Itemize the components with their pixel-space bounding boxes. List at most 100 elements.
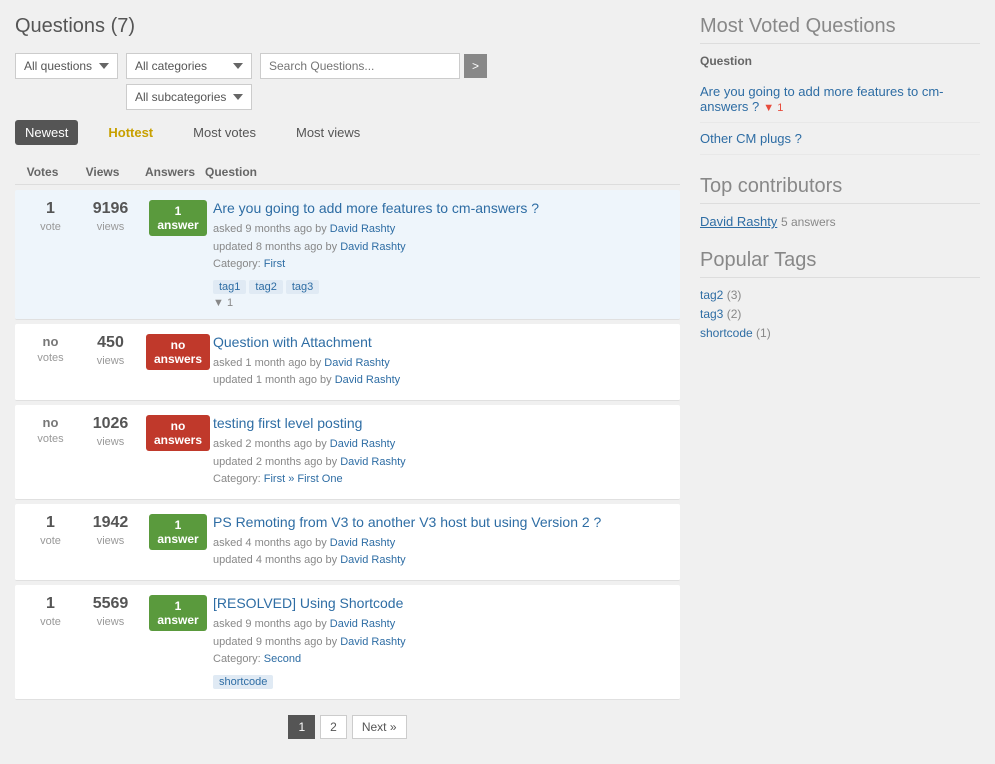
sidebar-question-link[interactable]: Are you going to add more features to cm…	[700, 84, 944, 114]
page-title: Questions (7)	[15, 15, 680, 38]
contributor-link[interactable]: David Rashty	[700, 214, 777, 229]
category-link[interactable]: First » First One	[264, 473, 343, 485]
main-content: Questions (7) All questions All categori…	[15, 15, 680, 749]
author-link-updated[interactable]: David Rashty	[340, 456, 405, 468]
sidebar: Most Voted Questions Question Are you go…	[700, 15, 980, 749]
contributor-item: David Rashty 5 answers	[700, 214, 980, 229]
views-count: 5569	[78, 595, 143, 613]
views-label: views	[97, 535, 125, 547]
author-link[interactable]: David Rashty	[330, 537, 395, 549]
views-count: 1026	[78, 415, 143, 433]
views-count: 450	[78, 334, 143, 352]
answers-stat: 1answer	[143, 595, 213, 631]
answers-stat: noanswers	[143, 415, 213, 451]
answer-badge: 1answer	[149, 514, 206, 550]
page-1-btn[interactable]: 1	[288, 715, 315, 739]
vote-count: 1	[23, 200, 78, 218]
tab-hottest[interactable]: Hottest	[98, 120, 163, 145]
question-meta: asked 1 month ago by David Rashty update…	[213, 355, 672, 390]
col-header-question: Question	[205, 165, 680, 179]
table-row: 1 vote 9196 views 1answer Are you going …	[15, 190, 680, 320]
views-count: 9196	[78, 200, 143, 218]
vote-label: vote	[40, 616, 61, 628]
popular-tags-list: tag2 (3) tag3 (2) shortcode (1)	[700, 288, 980, 340]
all-subcategories-select[interactable]: All subcategories	[126, 84, 252, 110]
sidebar-question-col: Question	[700, 54, 980, 68]
author-link-updated[interactable]: David Rashty	[340, 554, 405, 566]
tab-most-views[interactable]: Most views	[286, 120, 370, 145]
votes-stat: 1 vote	[23, 595, 78, 628]
popular-tag-item: tag3 (2)	[700, 307, 980, 321]
question-title-link[interactable]: Question with Attachment	[213, 334, 672, 350]
views-label: views	[97, 616, 125, 628]
top-contributors-title: Top contributors	[700, 175, 980, 204]
category-link[interactable]: Second	[264, 653, 301, 665]
tag[interactable]: tag2	[249, 280, 282, 294]
author-link-updated[interactable]: David Rashty	[340, 241, 405, 253]
question-info: Question with Attachment asked 1 month a…	[213, 334, 672, 390]
author-link[interactable]: David Rashty	[330, 438, 395, 450]
question-info: testing first level posting asked 2 mont…	[213, 415, 672, 489]
next-page-btn[interactable]: Next »	[352, 715, 407, 739]
vote-label: vote	[40, 535, 61, 547]
views-stat: 5569 views	[78, 595, 143, 628]
author-link-updated[interactable]: David Rashty	[335, 374, 400, 386]
vote-count: no	[23, 415, 78, 430]
vote-label: vote	[40, 221, 61, 233]
author-link[interactable]: David Rashty	[330, 223, 395, 235]
popular-tag-link[interactable]: tag2	[700, 288, 723, 302]
answers-stat: 1answer	[143, 514, 213, 550]
most-voted-list: Are you going to add more features to cm…	[700, 76, 980, 155]
popular-tag-link[interactable]: tag3	[700, 307, 723, 321]
votes-stat: 1 vote	[23, 514, 78, 547]
vote-count: 1	[23, 595, 78, 613]
vote-indicator: ▼ 1	[213, 297, 672, 309]
views-stat: 450 views	[78, 334, 143, 367]
tab-newest[interactable]: Newest	[15, 120, 78, 145]
votes-stat: no votes	[23, 415, 78, 445]
question-title-link[interactable]: PS Remoting from V3 to another V3 host b…	[213, 514, 672, 530]
popular-tag-item: tag2 (3)	[700, 288, 980, 302]
table-row: 1 vote 5569 views 1answer [RESOLVED] Usi…	[15, 585, 680, 700]
tag-count: (3)	[727, 288, 742, 302]
popular-tag-link[interactable]: shortcode	[700, 326, 753, 340]
most-voted-title: Most Voted Questions	[700, 15, 980, 44]
sidebar-question-link[interactable]: Other CM plugs ?	[700, 131, 802, 146]
author-link[interactable]: David Rashty	[324, 357, 389, 369]
views-label: views	[97, 355, 125, 367]
question-title-link[interactable]: [RESOLVED] Using Shortcode	[213, 595, 672, 611]
category-link[interactable]: First	[264, 258, 285, 270]
question-info: [RESOLVED] Using Shortcode asked 9 month…	[213, 595, 672, 689]
table-row: no votes 1026 views noanswers testing fi…	[15, 405, 680, 500]
filters-row: All questions All categories All subcate…	[15, 53, 680, 110]
tag[interactable]: tag3	[286, 280, 319, 294]
question-meta: asked 4 months ago by David Rashty updat…	[213, 535, 672, 570]
tag[interactable]: shortcode	[213, 675, 273, 689]
vote-count: 1	[23, 514, 78, 532]
pagination: 1 2 Next »	[15, 715, 680, 749]
tag[interactable]: tag1	[213, 280, 246, 294]
author-link-updated[interactable]: David Rashty	[340, 636, 405, 648]
vote-count: no	[23, 334, 78, 349]
tag-count: (1)	[756, 326, 771, 340]
all-questions-select[interactable]: All questions	[15, 53, 118, 79]
table-row: no votes 450 views noanswers Question wi…	[15, 324, 680, 401]
voted-count: ▼ 1	[763, 102, 783, 114]
sidebar-voted-item: Are you going to add more features to cm…	[700, 76, 980, 123]
question-title-link[interactable]: testing first level posting	[213, 415, 672, 431]
search-input[interactable]	[260, 53, 460, 79]
most-voted-section: Most Voted Questions Question Are you go…	[700, 15, 980, 155]
question-title-link[interactable]: Are you going to add more features to cm…	[213, 200, 672, 216]
tab-most-votes[interactable]: Most votes	[183, 120, 266, 145]
search-row: >	[260, 53, 487, 79]
col-header-views: Views	[70, 165, 135, 179]
question-meta: asked 2 months ago by David Rashty updat…	[213, 436, 672, 489]
sidebar-voted-item: Other CM plugs ?	[700, 123, 980, 155]
search-button[interactable]: >	[464, 54, 487, 78]
tag-count: (2)	[727, 307, 742, 321]
all-categories-select[interactable]: All categories	[126, 53, 252, 79]
vote-label: votes	[37, 352, 63, 364]
column-headers: Votes Views Answers Question	[15, 160, 680, 185]
page-2-btn[interactable]: 2	[320, 715, 347, 739]
author-link[interactable]: David Rashty	[330, 618, 395, 630]
